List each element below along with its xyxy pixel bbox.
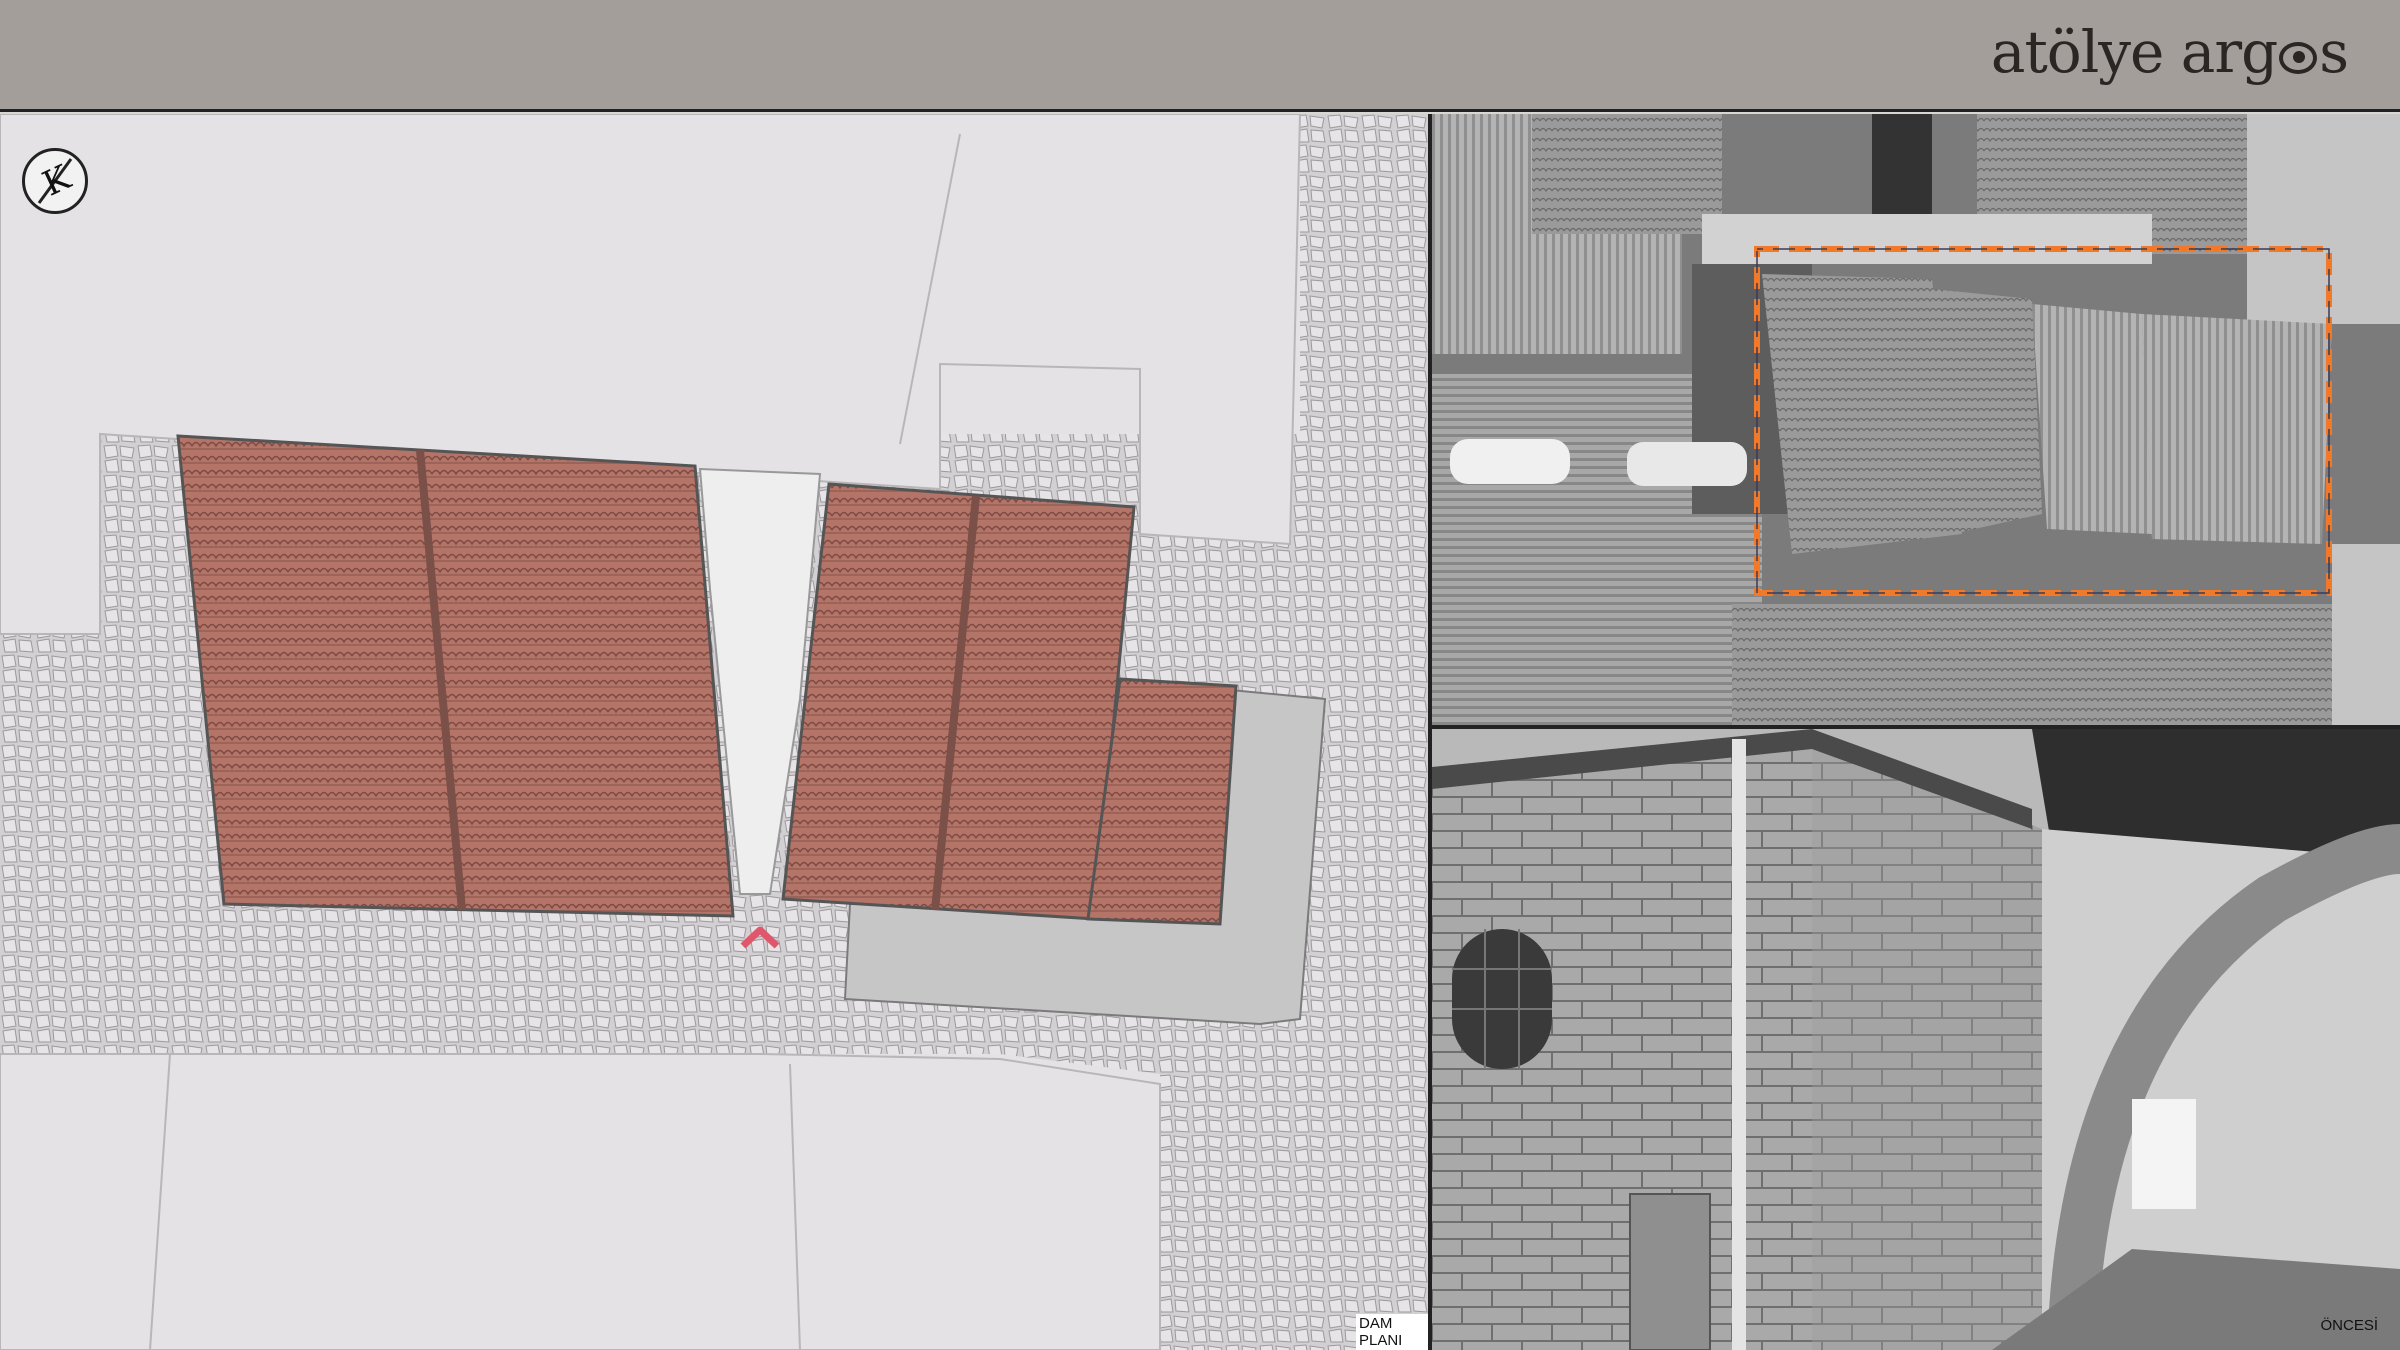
north-arrow-icon: K [22, 148, 88, 214]
interior-photo: ÖNCESİ [1432, 729, 2400, 1350]
photo-caption: ÖNCESİ [2320, 1317, 2378, 1334]
eye-icon [2279, 42, 2318, 74]
brand-name-end: s [2319, 18, 2349, 86]
brand-logo: atölye arg s [1990, 18, 2349, 86]
parcel-south [0, 1053, 1161, 1350]
brand-name: atölye arg [1990, 18, 2278, 86]
aerial-photo-svg [1432, 114, 2400, 725]
roof-plan-svg [0, 114, 1428, 1350]
roof-plan-drawing: K DAM PLANI [0, 114, 1432, 1350]
header-bar: atölye arg s [0, 0, 2400, 112]
aerial-photo [1432, 114, 2400, 729]
interior-photo-svg [1432, 729, 2400, 1350]
drawing-title: DAM PLANI [1356, 1314, 1428, 1350]
